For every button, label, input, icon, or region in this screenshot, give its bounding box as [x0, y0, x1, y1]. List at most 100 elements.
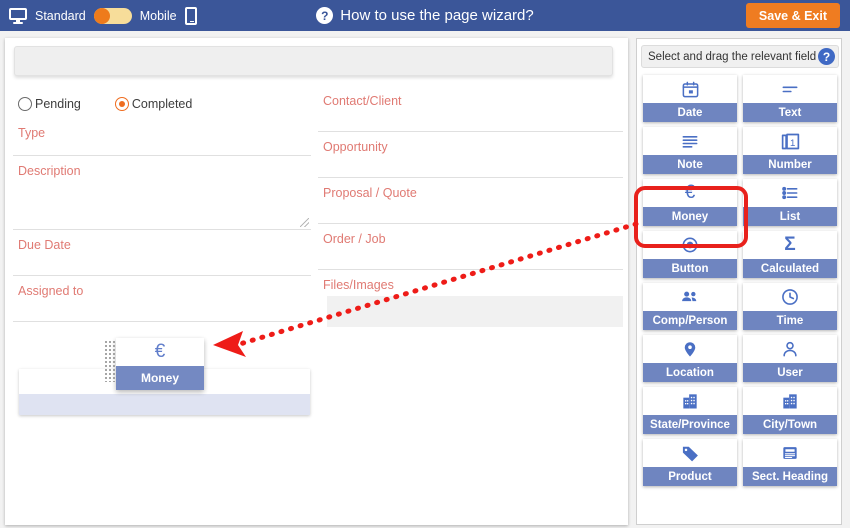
- view-mode-toggle[interactable]: [93, 7, 132, 24]
- field-order-job[interactable]: Order / Job: [318, 224, 623, 270]
- palette-tile-money[interactable]: € Money: [643, 179, 737, 226]
- canvas-header-bar[interactable]: [14, 46, 613, 76]
- palette-tile-calculated[interactable]: Σ Calculated: [743, 231, 837, 278]
- palette-tile-label: City/Town: [743, 415, 837, 434]
- palette-tile-label: Note: [643, 155, 737, 174]
- sigma-sum-icon: Σ: [784, 234, 796, 255]
- help-link-text[interactable]: How to use the page wizard?: [340, 7, 533, 24]
- drag-handle-dots-icon[interactable]: [104, 340, 116, 382]
- palette-tile-label: User: [743, 363, 837, 382]
- mobile-phone-icon: [184, 6, 197, 25]
- field-due-date[interactable]: Due Date: [13, 230, 311, 276]
- palette-header: Select and drag the relevant field ?: [641, 45, 839, 68]
- palette-tile-label: Sect. Heading: [743, 467, 837, 486]
- question-mark-icon[interactable]: ?: [316, 7, 334, 24]
- palette-tile-city-town[interactable]: City/Town: [743, 387, 837, 434]
- radio-dot-pending: [18, 97, 32, 111]
- field-label-opportunity: Opportunity: [323, 140, 388, 154]
- field-label-assigned-to: Assigned to: [18, 284, 84, 298]
- field-proposal-quote[interactable]: Proposal / Quote: [318, 178, 623, 224]
- field-assigned-to[interactable]: Assigned to: [13, 276, 311, 322]
- save-and-exit-button[interactable]: Save & Exit: [745, 3, 840, 28]
- palette-tile-label: Comp/Person: [643, 311, 737, 330]
- person-icon: [743, 335, 837, 363]
- ghost-label: Money: [116, 366, 204, 390]
- palette-tile-label: List: [743, 207, 837, 226]
- svg-text:1: 1: [790, 137, 795, 148]
- field-label-contact-client: Contact/Client: [323, 94, 402, 108]
- field-label-due-date: Due Date: [18, 238, 71, 252]
- section-heading-icon: [743, 439, 837, 467]
- palette-tile-label: State/Province: [643, 415, 737, 434]
- form-column-right: Contact/Client Opportunity Proposal / Qu…: [318, 86, 623, 327]
- desktop-monitor-icon: [9, 7, 27, 24]
- textarea-resize-handle[interactable]: [300, 218, 309, 227]
- palette-tile-comp-person[interactable]: Comp/Person: [643, 283, 737, 330]
- palette-tile-label: Date: [643, 103, 737, 122]
- palette-tile-product[interactable]: Product: [643, 439, 737, 486]
- palette-tile-date[interactable]: Date: [643, 75, 737, 122]
- palette-tile-sect-heading[interactable]: Sect. Heading: [743, 439, 837, 486]
- palette-tile-state-province[interactable]: State/Province: [643, 387, 737, 434]
- page-wizard-canvas: Pending Completed Type Description Due D…: [5, 38, 628, 525]
- radio-label-pending: Pending: [35, 97, 81, 111]
- palette-tile-label: Button: [643, 259, 737, 278]
- palette-tile-number[interactable]: 1 Number: [743, 127, 837, 174]
- field-label-description: Description: [18, 164, 81, 178]
- field-opportunity[interactable]: Opportunity: [318, 132, 623, 178]
- radio-button-icon: [643, 231, 737, 259]
- field-label-order-job: Order / Job: [323, 232, 386, 246]
- text-lines-icon: [743, 75, 837, 103]
- radio-label-completed: Completed: [131, 97, 193, 111]
- dragged-money-field-ghost[interactable]: € Money: [104, 338, 204, 390]
- palette-tile-label: Text: [743, 103, 837, 122]
- number-box-icon: 1: [743, 127, 837, 155]
- field-type[interactable]: Type: [13, 118, 311, 156]
- note-lines-icon: [643, 127, 737, 155]
- view-mode-switcher: Standard Mobile: [0, 6, 197, 25]
- palette-tile-location[interactable]: Location: [643, 335, 737, 382]
- palette-tile-time[interactable]: Time: [743, 283, 837, 330]
- price-tag-icon: [643, 439, 737, 467]
- status-radio-group: Pending Completed: [13, 90, 311, 118]
- palette-tile-label: Money: [643, 207, 737, 226]
- drop-zone-highlight-band: [19, 394, 310, 415]
- standard-mode-label: Standard: [35, 8, 86, 23]
- field-contact-client[interactable]: Contact/Client: [318, 86, 623, 132]
- top-toolbar: Standard Mobile ? How to use the page wi…: [0, 0, 850, 31]
- field-label-files-images: Files/Images: [323, 278, 394, 292]
- map-pin-icon: [643, 335, 737, 363]
- euro-currency-icon: €: [154, 341, 166, 362]
- palette-header-text: Select and drag the relevant field: [648, 50, 817, 63]
- euro-currency-icon: €: [684, 182, 696, 203]
- clock-icon: [743, 283, 837, 311]
- palette-tile-text[interactable]: Text: [743, 75, 837, 122]
- palette-tile-grid: Date Text Note 1 Number € Money List Button Σ Calc…: [643, 75, 837, 486]
- mobile-mode-label: Mobile: [139, 8, 177, 23]
- palette-tile-note[interactable]: Note: [643, 127, 737, 174]
- building-icon: [643, 387, 737, 415]
- field-description[interactable]: Description: [13, 156, 311, 230]
- people-group-icon: [643, 283, 737, 311]
- ghost-icon-area: €: [116, 338, 204, 366]
- field-palette-panel: Select and drag the relevant field ? Dat…: [636, 38, 842, 525]
- palette-tile-label: Product: [643, 467, 737, 486]
- palette-tile-user[interactable]: User: [743, 335, 837, 382]
- palette-tile-list[interactable]: List: [743, 179, 837, 226]
- calendar-icon: [643, 75, 737, 103]
- palette-tile-label: Time: [743, 311, 837, 330]
- palette-tile-button[interactable]: Button: [643, 231, 737, 278]
- radio-option-pending[interactable]: Pending: [18, 97, 81, 111]
- question-mark-icon[interactable]: ?: [818, 48, 835, 65]
- radio-option-completed[interactable]: Completed: [114, 97, 193, 111]
- radio-dot-completed: [114, 97, 129, 111]
- toggle-knob: [93, 7, 110, 24]
- files-images-dropbox[interactable]: [327, 296, 623, 327]
- palette-tile-label: Number: [743, 155, 837, 174]
- field-label-type: Type: [18, 126, 46, 140]
- building-icon: [743, 387, 837, 415]
- field-label-proposal-quote: Proposal / Quote: [323, 186, 417, 200]
- form-column-left: Pending Completed Type Description Due D…: [13, 86, 311, 322]
- field-files-images[interactable]: Files/Images: [318, 270, 623, 327]
- bullet-list-icon: [743, 179, 837, 207]
